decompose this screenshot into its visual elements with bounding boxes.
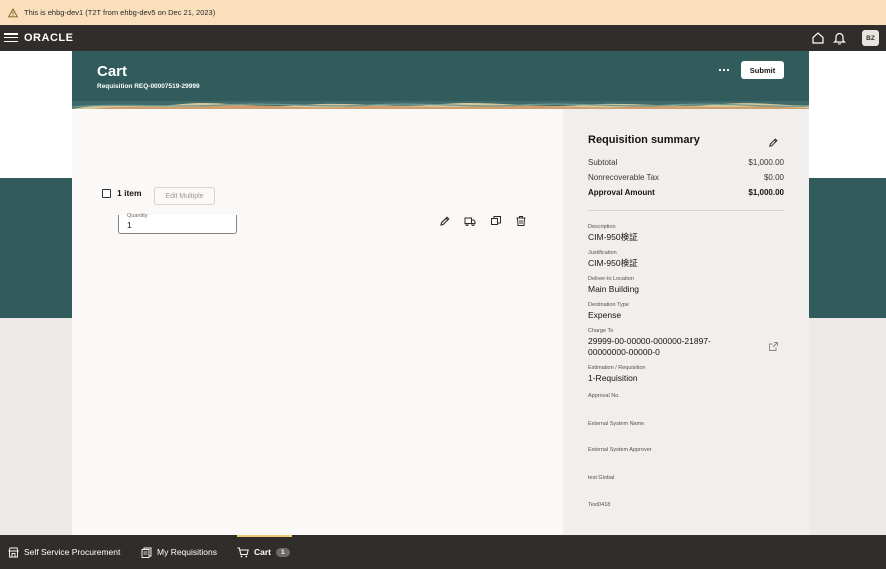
- page-header: Cart Requisition REQ-00007519-29999 Subm…: [72, 51, 809, 109]
- select-all-checkbox[interactable]: [102, 188, 111, 198]
- approval-amount-value: $1,000.00: [748, 188, 784, 197]
- destination-type-value: Expense: [588, 310, 622, 320]
- nav-cart[interactable]: Cart 1: [237, 535, 290, 569]
- requisition-number: Requisition REQ-00007519-29999: [97, 83, 200, 90]
- edit-multiple-button[interactable]: Edit Multiple: [154, 187, 215, 205]
- nav-label: Cart: [254, 547, 272, 557]
- delete-icon[interactable]: [515, 215, 527, 227]
- subtotal-value: $1,000.00: [748, 158, 784, 167]
- justification-value: CIM-950検証: [588, 258, 638, 268]
- delivery-truck-icon[interactable]: [464, 215, 476, 227]
- home-icon[interactable]: [811, 31, 825, 45]
- cart-lines-panel: 1 item Edit Multiple Quantity 1: [72, 109, 563, 535]
- submit-button[interactable]: Submit: [741, 61, 784, 79]
- approval-no-label: Approval No.: [588, 393, 620, 399]
- user-avatar[interactable]: BZ: [862, 30, 879, 46]
- global-header: ORACLE BZ: [0, 25, 886, 51]
- quantity-label: Quantity: [127, 213, 148, 219]
- nav-self-service-procurement[interactable]: Self Service Procurement: [8, 535, 120, 569]
- justification-label: Justification: [588, 250, 617, 256]
- external-system-approver-label: External System Approver: [588, 447, 652, 453]
- banner-text: This is ehbg-dev1 (T2T from ehbg-dev5 on…: [24, 8, 216, 17]
- store-icon: [8, 547, 19, 557]
- estimation-label: Estimation / Requisition: [588, 365, 646, 371]
- nav-label: Self Service Procurement: [24, 547, 121, 557]
- description-value: CIM-950検証: [588, 232, 638, 242]
- edit-line-icon[interactable]: [439, 215, 451, 227]
- deliver-to-label: Deliver-to Location: [588, 276, 634, 282]
- quantity-value: 1: [127, 220, 132, 230]
- tax-value: $0.00: [763, 173, 784, 182]
- edit-summary-icon[interactable]: [768, 137, 779, 148]
- warning-icon: [8, 7, 18, 17]
- external-link-icon[interactable]: [768, 341, 779, 352]
- charge-to-value-continued: 00000000-00000-0: [588, 347, 660, 357]
- requisitions-icon: [141, 547, 152, 558]
- header-decoration: [72, 101, 809, 109]
- description-label: Description: [588, 224, 616, 230]
- estimation-value: 1-Requisition: [588, 373, 638, 383]
- charge-to-value: 29999-00-00000-000000-21897-: [588, 336, 711, 346]
- environment-banner: This is ehbg-dev1 (T2T from ehbg-dev5 on…: [0, 0, 886, 25]
- cart-count-badge: 1: [276, 547, 290, 557]
- external-system-name-label: External System Name: [588, 421, 645, 427]
- nav-my-requisitions[interactable]: My Requisitions: [141, 535, 217, 569]
- approval-amount-row: Approval Amount $1,000.00: [588, 188, 784, 197]
- tax-label: Nonrecoverable Tax: [588, 173, 660, 182]
- test-global-label: test Global: [588, 475, 615, 481]
- menu-icon[interactable]: [4, 31, 18, 45]
- more-actions-icon[interactable]: [718, 67, 730, 73]
- notifications-icon[interactable]: [833, 31, 846, 45]
- tax-row: Nonrecoverable Tax $0.00: [588, 173, 784, 182]
- summary-divider: [588, 210, 784, 211]
- cart-icon: [237, 547, 249, 557]
- requisition-summary-panel: Requisition summary Subtotal $1,000.00 N…: [563, 109, 809, 535]
- page-title: Cart: [97, 63, 128, 80]
- test0418-label: Test0418: [588, 502, 611, 508]
- subtotal-row: Subtotal $1,000.00: [588, 158, 784, 167]
- item-count: 1 item: [117, 188, 142, 198]
- bottom-navigation: Self Service Procurement My Requisitions…: [0, 535, 886, 569]
- deliver-to-value: Main Building: [588, 284, 640, 294]
- duplicate-icon[interactable]: [490, 215, 502, 227]
- select-all-row: 1 item: [102, 188, 142, 198]
- nav-label: My Requisitions: [157, 547, 217, 557]
- subtotal-label: Subtotal: [588, 158, 618, 167]
- charge-to-label: Charge To: [588, 328, 614, 334]
- oracle-logo[interactable]: ORACLE: [24, 32, 73, 44]
- destination-type-label: Destination Type: [588, 302, 629, 308]
- approval-amount-label: Approval Amount: [588, 188, 655, 197]
- summary-title: Requisition summary: [588, 134, 700, 146]
- quantity-field[interactable]: Quantity 1: [118, 213, 237, 234]
